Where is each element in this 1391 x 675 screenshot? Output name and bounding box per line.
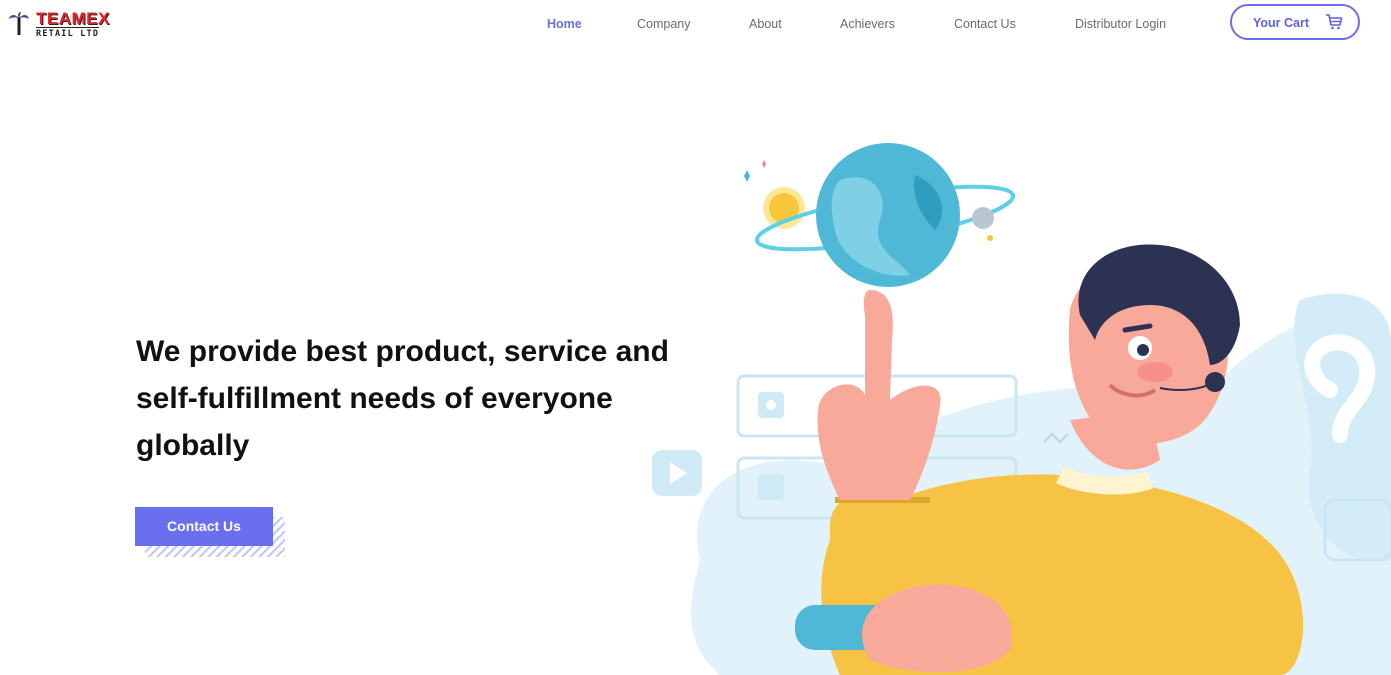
raised-hand <box>817 290 941 500</box>
nav-item-contact-us[interactable]: Contact Us <box>954 17 1016 31</box>
raised-arm <box>830 495 935 565</box>
hero-cta: Contact Us <box>135 507 287 557</box>
brand-tagline: RETAIL LTD <box>36 27 100 39</box>
nav-item-distributor-login[interactable]: Distributor Login <box>1075 17 1166 31</box>
hero-title: We provide best product, service and sel… <box>136 335 669 462</box>
palm-tree-icon <box>9 12 29 35</box>
brand-logo[interactable]: TEAMEX RETAIL LTD <box>8 9 110 41</box>
nav-item-about[interactable]: About <box>749 17 782 31</box>
your-cart-button[interactable]: Your Cart <box>1230 4 1360 40</box>
site-header: TEAMEX RETAIL LTD Home Company About Ach… <box>0 0 1391 50</box>
nav-item-achievers[interactable]: Achievers <box>840 17 895 31</box>
contact-us-button[interactable]: Contact Us <box>135 507 273 546</box>
cart-label: Your Cart <box>1253 16 1310 30</box>
moon-icon <box>972 207 994 229</box>
hero-illustration <box>652 143 1391 675</box>
nav-item-company[interactable]: Company <box>637 17 691 31</box>
nav-item-home[interactable]: Home <box>547 17 582 31</box>
shopping-cart-icon <box>1326 14 1343 30</box>
brand-name: TEAMEX <box>36 9 110 28</box>
